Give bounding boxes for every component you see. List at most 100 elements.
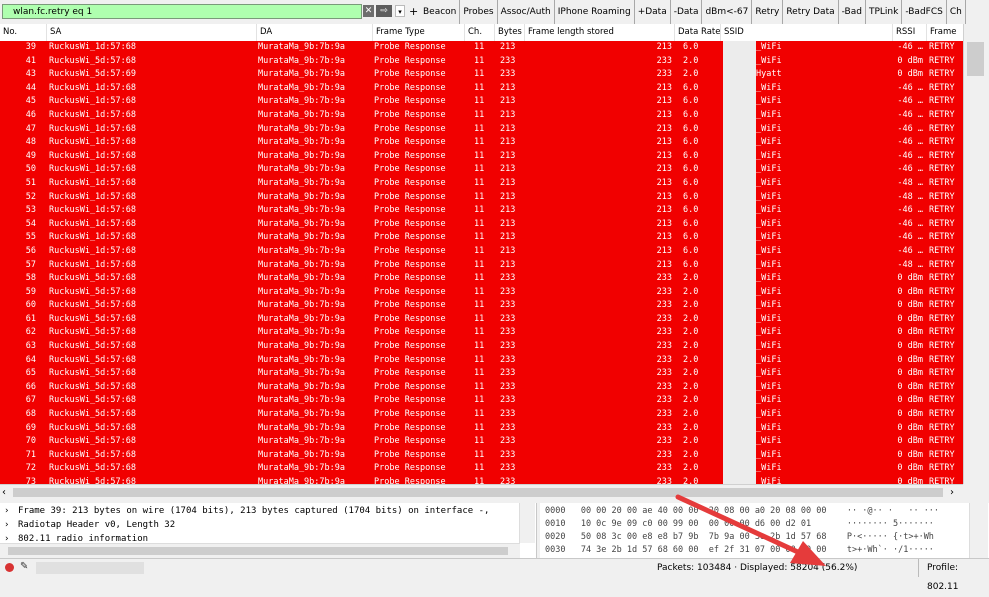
edit-comment-icon[interactable]: ✎ <box>20 561 28 572</box>
column-header-ssid[interactable]: SSID <box>720 24 892 41</box>
packet-list-horizontal-scrollbar[interactable]: ‹ › <box>0 484 963 500</box>
table-row[interactable]: 46 RuckusWi_1d:57:68 MurataMa_9b:7b:9a Prob… <box>0 109 963 123</box>
detail-line-radio-info[interactable]: 802.11 radio information <box>18 534 148 543</box>
filter-button-dbm[interactable]: dBm<-67 <box>702 0 753 24</box>
table-row[interactable]: 55 RuckusWi_1d:57:68 MurataMa_9b:7b:9a Prob… <box>0 231 963 245</box>
cell-frame-flag: RETRY <box>929 205 955 216</box>
detail-line-radiotap[interactable]: Radiotap Header v0, Length 32 <box>18 520 175 530</box>
column-header-sa[interactable]: SA <box>46 24 256 41</box>
column-header-channel[interactable]: Ch. <box>464 24 494 41</box>
table-row[interactable]: 54 RuckusWi_1d:57:68 MurataMa_9b:7b:9a Prob… <box>0 218 963 232</box>
packet-list-vertical-scrollbar[interactable] <box>963 24 989 484</box>
column-header-frame-length[interactable]: Frame length stored <box>524 24 674 41</box>
cell-source-address: RuckusWi_5d:57:68 <box>49 341 136 352</box>
apply-filter-icon[interactable]: ⇨ <box>376 5 392 17</box>
column-header-rssi[interactable]: RSSI <box>892 24 926 41</box>
table-row[interactable]: 65 RuckusWi_5d:57:68 MurataMa_9b:7b:9a Prob… <box>0 367 963 381</box>
table-row[interactable]: 69 RuckusWi_5d:57:68 MurataMa_9b:7b:9a Prob… <box>0 422 963 436</box>
display-filter-input[interactable]: wlan.fc.retry eq 1 <box>2 4 362 19</box>
cell-rssi: 0 dBm <box>897 273 923 284</box>
cell-destination-address: MurataMa_9b:7b:9a <box>258 150 345 161</box>
scrollbar-thumb[interactable] <box>8 547 508 555</box>
column-header-frame[interactable]: Frame <box>926 24 963 41</box>
details-horizontal-scrollbar[interactable] <box>0 543 520 558</box>
cell-ssid: _WiFi <box>756 381 782 392</box>
table-row[interactable]: 67 RuckusWi_5d:57:68 MurataMa_9b:7b:9a Prob… <box>0 394 963 408</box>
table-row[interactable]: 62 RuckusWi_5d:57:68 MurataMa_9b:7b:9a Prob… <box>0 326 963 340</box>
add-filter-button[interactable]: + <box>409 4 418 19</box>
table-row[interactable]: 60 RuckusWi_5d:57:68 MurataMa_9b:7b:9a Prob… <box>0 299 963 313</box>
filter-history-dropdown-icon[interactable]: ▾ <box>395 5 405 17</box>
table-row[interactable]: 52 RuckusWi_1d:57:68 MurataMa_9b:7b:9a Prob… <box>0 191 963 205</box>
cell-channel: 11 <box>474 477 485 484</box>
table-row[interactable]: 59 RuckusWi_5d:57:68 MurataMa_9b:7b:9a Prob… <box>0 286 963 300</box>
detail-line-frame[interactable]: Frame 39: 213 bytes on wire (1704 bits),… <box>18 506 489 516</box>
table-row[interactable]: 68 RuckusWi_5d:57:68 MurataMa_9b:7b:9a Prob… <box>0 408 963 422</box>
table-row[interactable]: 70 RuckusWi_5d:57:68 MurataMa_9b:7b:9a Prob… <box>0 435 963 449</box>
table-row[interactable]: 72 RuckusWi_5d:57:68 MurataMa_9b:7b:9a Prob… <box>0 462 963 476</box>
table-row[interactable]: 63 RuckusWi_5d:57:68 MurataMa_9b:7b:9a Prob… <box>0 340 963 354</box>
table-row[interactable]: 58 RuckusWi_5d:57:68 MurataMa_9b:7b:9a Prob… <box>0 272 963 286</box>
column-header-bytes[interactable]: Bytes <box>494 24 524 41</box>
profile-status[interactable]: Profile: 802.11 <box>918 559 989 592</box>
table-row[interactable]: 39 RuckusWi_1d:57:68 MurataMa_9b:7b:9a Prob… <box>0 41 963 55</box>
table-row[interactable]: 44 RuckusWi_1d:57:68 MurataMa_9b:7b:9a Prob… <box>0 82 963 96</box>
column-header-da[interactable]: DA <box>256 24 372 41</box>
cell-source-address: RuckusWi_5d:57:68 <box>49 354 136 365</box>
scrollbar-thumb[interactable] <box>13 488 943 497</box>
clear-filter-icon[interactable]: ✕ <box>363 5 374 17</box>
details-vertical-scrollbar[interactable] <box>519 503 535 543</box>
table-row[interactable]: 56 RuckusWi_1d:57:68 MurataMa_9b:7b:9a Prob… <box>0 245 963 259</box>
cell-data-rate: 6.0 <box>683 218 699 229</box>
table-row[interactable]: 47 RuckusWi_1d:57:68 MurataMa_9b:7b:9a Prob… <box>0 123 963 137</box>
cell-ssid: _WiFi <box>756 218 782 229</box>
filter-button-retry-data[interactable]: Retry Data <box>783 0 839 24</box>
table-row[interactable]: 50 RuckusWi_1d:57:68 MurataMa_9b:7b:9a Prob… <box>0 163 963 177</box>
filter-button-minus-data[interactable]: -Data <box>671 0 703 24</box>
column-header-data-rate[interactable]: Data Rate <box>674 24 720 41</box>
filter-button-probes[interactable]: Probes <box>460 0 498 24</box>
filter-button-retry[interactable]: Retry <box>752 0 784 24</box>
table-row[interactable]: 51 RuckusWi_1d:57:68 MurataMa_9b:7b:9a Prob… <box>0 177 963 191</box>
cell-bytes: 213 <box>500 245 516 256</box>
cell-data-rate: 6.0 <box>683 232 699 243</box>
table-row[interactable]: 73 RuckusWi_5d:57:68 MurataMa_9b:7b:9a Prob… <box>0 476 963 484</box>
cell-bytes: 233 <box>500 69 516 80</box>
bytes-vertical-scrollbar[interactable] <box>969 503 988 558</box>
filter-button-bad[interactable]: -Bad <box>839 0 866 24</box>
filter-button-badfcs[interactable]: -BadFCS <box>902 0 947 24</box>
cell-frame-length: 213 <box>656 109 672 120</box>
filter-button-tplink[interactable]: TPLink <box>866 0 903 24</box>
cell-source-address: RuckusWi_5d:57:68 <box>49 449 136 460</box>
filter-button-ch[interactable]: Ch <box>947 0 966 24</box>
scrollbar-thumb[interactable] <box>967 42 984 76</box>
capture-status-icon[interactable] <box>5 563 14 572</box>
table-row[interactable]: 64 RuckusWi_5d:57:68 MurataMa_9b:7b:9a Prob… <box>0 354 963 368</box>
cell-source-address: RuckusWi_5d:57:68 <box>49 313 136 324</box>
filter-button-iphone-roaming[interactable]: IPhone Roaming <box>555 0 635 24</box>
table-row[interactable]: 57 RuckusWi_1d:57:68 MurataMa_9b:7b:9a Prob… <box>0 259 963 273</box>
cell-frame-flag: RETRY <box>929 164 955 175</box>
filter-button-plus-data[interactable]: +Data <box>635 0 671 24</box>
column-header-frame-type[interactable]: Frame Type <box>372 24 464 41</box>
expand-arrow-icon[interactable]: › <box>5 506 9 516</box>
table-row[interactable]: 71 RuckusWi_5d:57:68 MurataMa_9b:7b:9a Prob… <box>0 449 963 463</box>
cell-bytes: 233 <box>500 55 516 66</box>
table-row[interactable]: 45 RuckusWi_1d:57:68 MurataMa_9b:7b:9a Prob… <box>0 95 963 109</box>
table-row[interactable]: 41 RuckusWi_5d:57:68 MurataMa_9b:7b:9a Prob… <box>0 55 963 69</box>
cell-destination-address: MurataMa_9b:7b:9a <box>258 177 345 188</box>
redacted-status-text <box>36 562 144 574</box>
filter-button-assoc-auth[interactable]: Assoc/Auth <box>498 0 555 24</box>
table-row[interactable]: 48 RuckusWi_1d:57:68 MurataMa_9b:7b:9a Prob… <box>0 136 963 150</box>
filter-button-beacon[interactable]: Beacon <box>420 0 461 24</box>
table-row[interactable]: 66 RuckusWi_5d:57:68 MurataMa_9b:7b:9a Prob… <box>0 381 963 395</box>
table-row[interactable]: 53 RuckusWi_1d:57:68 MurataMa_9b:7b:9a Prob… <box>0 204 963 218</box>
scroll-left-icon[interactable]: ‹ <box>2 485 6 500</box>
cell-bytes: 213 <box>500 42 516 52</box>
table-row[interactable]: 43 RuckusWi_5d:57:69 MurataMa_9b:7b:9a Prob… <box>0 68 963 82</box>
scroll-right-icon[interactable]: › <box>950 485 954 500</box>
column-header-no[interactable]: No. <box>0 24 46 41</box>
table-row[interactable]: 61 RuckusWi_5d:57:68 MurataMa_9b:7b:9a Prob… <box>0 313 963 327</box>
expand-arrow-icon[interactable]: › <box>5 520 9 530</box>
table-row[interactable]: 49 RuckusWi_1d:57:68 MurataMa_9b:7b:9a Prob… <box>0 150 963 164</box>
